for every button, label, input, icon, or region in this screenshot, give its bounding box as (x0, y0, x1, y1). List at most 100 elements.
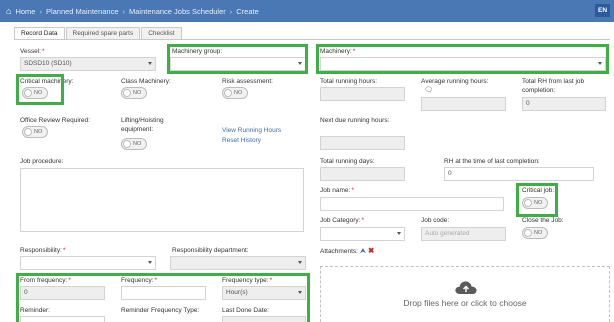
reminder-field[interactable] (20, 316, 105, 322)
breadcrumb: ⌂ Home › Planned Maintenance › Maintenan… (6, 6, 259, 16)
toggle-text: NO (34, 129, 43, 135)
chevron-down-icon (148, 261, 152, 264)
job-category-label: Job Category:* (320, 217, 364, 224)
tab-required-spare-parts[interactable]: Required spare parts (65, 27, 141, 39)
reset-history-link[interactable]: Reset History (222, 137, 261, 144)
breadcrumb-planned-maintenance[interactable]: Planned Maintenance (46, 7, 119, 16)
total-running-hours-label: Total running hours: (320, 78, 378, 85)
toggle-text: NO (34, 90, 43, 96)
language-button[interactable]: EN (595, 4, 610, 17)
critical-job-toggle[interactable]: NO (522, 197, 548, 209)
breadcrumb-current: Create (236, 6, 259, 16)
frequency-label: Frequency:* (121, 277, 158, 284)
total-rh-last-job-label: Total RH from last job completion: (522, 78, 585, 95)
cloud-upload-icon (455, 281, 477, 294)
breadcrumb-jobs-scheduler[interactable]: Maintenance Jobs Scheduler (129, 7, 226, 16)
tab-checklist[interactable]: Checklist (141, 27, 182, 39)
toggle-text: NO (234, 90, 243, 96)
breadcrumb-separator: › (229, 6, 233, 16)
next-due-running-hours-label: Next due running hours: (320, 117, 390, 124)
chevron-down-icon (298, 261, 302, 264)
toggle-knob (123, 140, 131, 148)
chevron-down-icon (298, 291, 302, 294)
toggle-knob (24, 128, 32, 136)
lifting-hoisting-label: Lifting/Hoisting equipment: (121, 117, 164, 134)
responsibility-department-label: Responsibility department: (172, 247, 249, 254)
job-code-label: Job code: (421, 217, 450, 224)
toggle-knob (524, 229, 532, 237)
class-machinery-label: Class Machinery: (121, 78, 171, 85)
breadcrumb-home[interactable]: Home (15, 7, 35, 16)
close-job-toggle[interactable]: NO (522, 227, 548, 239)
close-job-label: Close the Job: (522, 217, 564, 224)
responsibility-label: Responsibility:* (20, 247, 66, 254)
rh-last-completion-field[interactable]: 0 (444, 167, 594, 181)
reminder-label: Reminder: (20, 307, 50, 314)
chevron-down-icon (397, 232, 401, 235)
toggle-text: NO (133, 90, 142, 96)
job-code-field: Auto generated (421, 227, 506, 241)
breadcrumb-separator: › (39, 6, 42, 16)
risk-assessment-toggle[interactable]: NO (222, 87, 248, 99)
job-category-select[interactable] (320, 227, 405, 241)
responsibility-department-select[interactable] (170, 256, 306, 270)
average-running-hours-label: Average running hours: (421, 78, 489, 85)
attachments-label: Attachments: ⮝ ✖ (320, 246, 375, 255)
toggle-knob (24, 89, 32, 97)
responsibility-select[interactable] (20, 256, 156, 270)
toggle-text: NO (534, 200, 543, 206)
upload-icon[interactable]: ⮝ (360, 246, 366, 255)
dropzone-text: Drop files here or click to choose (403, 298, 527, 308)
frequency-field[interactable] (121, 286, 206, 300)
machinery-group-select[interactable] (170, 57, 306, 71)
tab-bar: Record Data Required spare parts Checkli… (14, 27, 183, 39)
machinery-group-label: Machinery group: (172, 48, 223, 55)
critical-machinery-label: Critical machinery: (20, 78, 74, 85)
machinery-select[interactable] (320, 57, 606, 71)
from-frequency-field[interactable]: 0 (20, 286, 105, 300)
toggle-text: NO (534, 230, 543, 236)
critical-job-label: Critical job: (522, 187, 555, 194)
job-procedure-label: Job procedure: (20, 158, 64, 165)
chevron-down-icon (298, 62, 302, 65)
frequency-type-label: Frequency type:* (222, 277, 273, 284)
vessel-select[interactable]: SDSD10 (SD10) (20, 57, 156, 71)
toggle-knob (224, 89, 232, 97)
average-running-hours-field (421, 97, 506, 111)
machinery-label: Machinery:* (320, 48, 356, 55)
job-name-field[interactable] (320, 197, 504, 211)
rh-last-completion-label: RH at the time of last completion: (444, 158, 540, 165)
breadcrumb-separator: › (122, 6, 126, 16)
total-rh-last-job-field: 0 (522, 97, 606, 111)
toggle-knob (123, 89, 131, 97)
office-review-toggle[interactable]: NO (22, 126, 48, 138)
total-running-hours-field (320, 87, 405, 101)
top-bar: ⌂ Home › Planned Maintenance › Maintenan… (0, 0, 614, 22)
critical-machinery-toggle[interactable]: NO (22, 87, 48, 99)
toggle-text: NO (133, 141, 142, 147)
tab-record-data[interactable]: Record Data (14, 27, 65, 39)
job-name-label: Job name:* (320, 187, 354, 194)
total-running-days-label: Total running days: (320, 158, 375, 165)
view-running-hours-link[interactable]: View Running Hours (222, 127, 281, 134)
job-procedure-textarea[interactable] (20, 168, 304, 232)
from-frequency-label: From frequency:* (20, 277, 71, 284)
home-icon[interactable]: ⌂ (6, 6, 11, 16)
lifting-hoisting-toggle[interactable]: NO (121, 138, 147, 150)
class-machinery-toggle[interactable]: NO (121, 87, 147, 99)
risk-assessment-label: Risk assessment: (222, 78, 273, 85)
vessel-label: Vessel:* (20, 48, 45, 55)
last-done-date-label: Last Done Date: (222, 307, 269, 314)
frequency-type-select[interactable]: Hour(s) (222, 286, 306, 300)
tab-divider (14, 39, 610, 40)
delete-icon[interactable]: ✖ (368, 246, 374, 255)
next-due-running-hours-field (320, 136, 405, 150)
last-done-date-field[interactable] (222, 316, 306, 322)
office-review-label: Office Review Required: (20, 117, 90, 124)
reminder-frequency-type-label: Reminder Frequency Type: (121, 307, 200, 314)
chevron-down-icon (598, 62, 602, 65)
total-running-days-field (320, 167, 405, 181)
file-dropzone[interactable]: Drop files here or click to choose (320, 266, 610, 322)
chevron-down-icon (148, 62, 152, 65)
comment-icon[interactable]: 🗨 (424, 86, 433, 96)
